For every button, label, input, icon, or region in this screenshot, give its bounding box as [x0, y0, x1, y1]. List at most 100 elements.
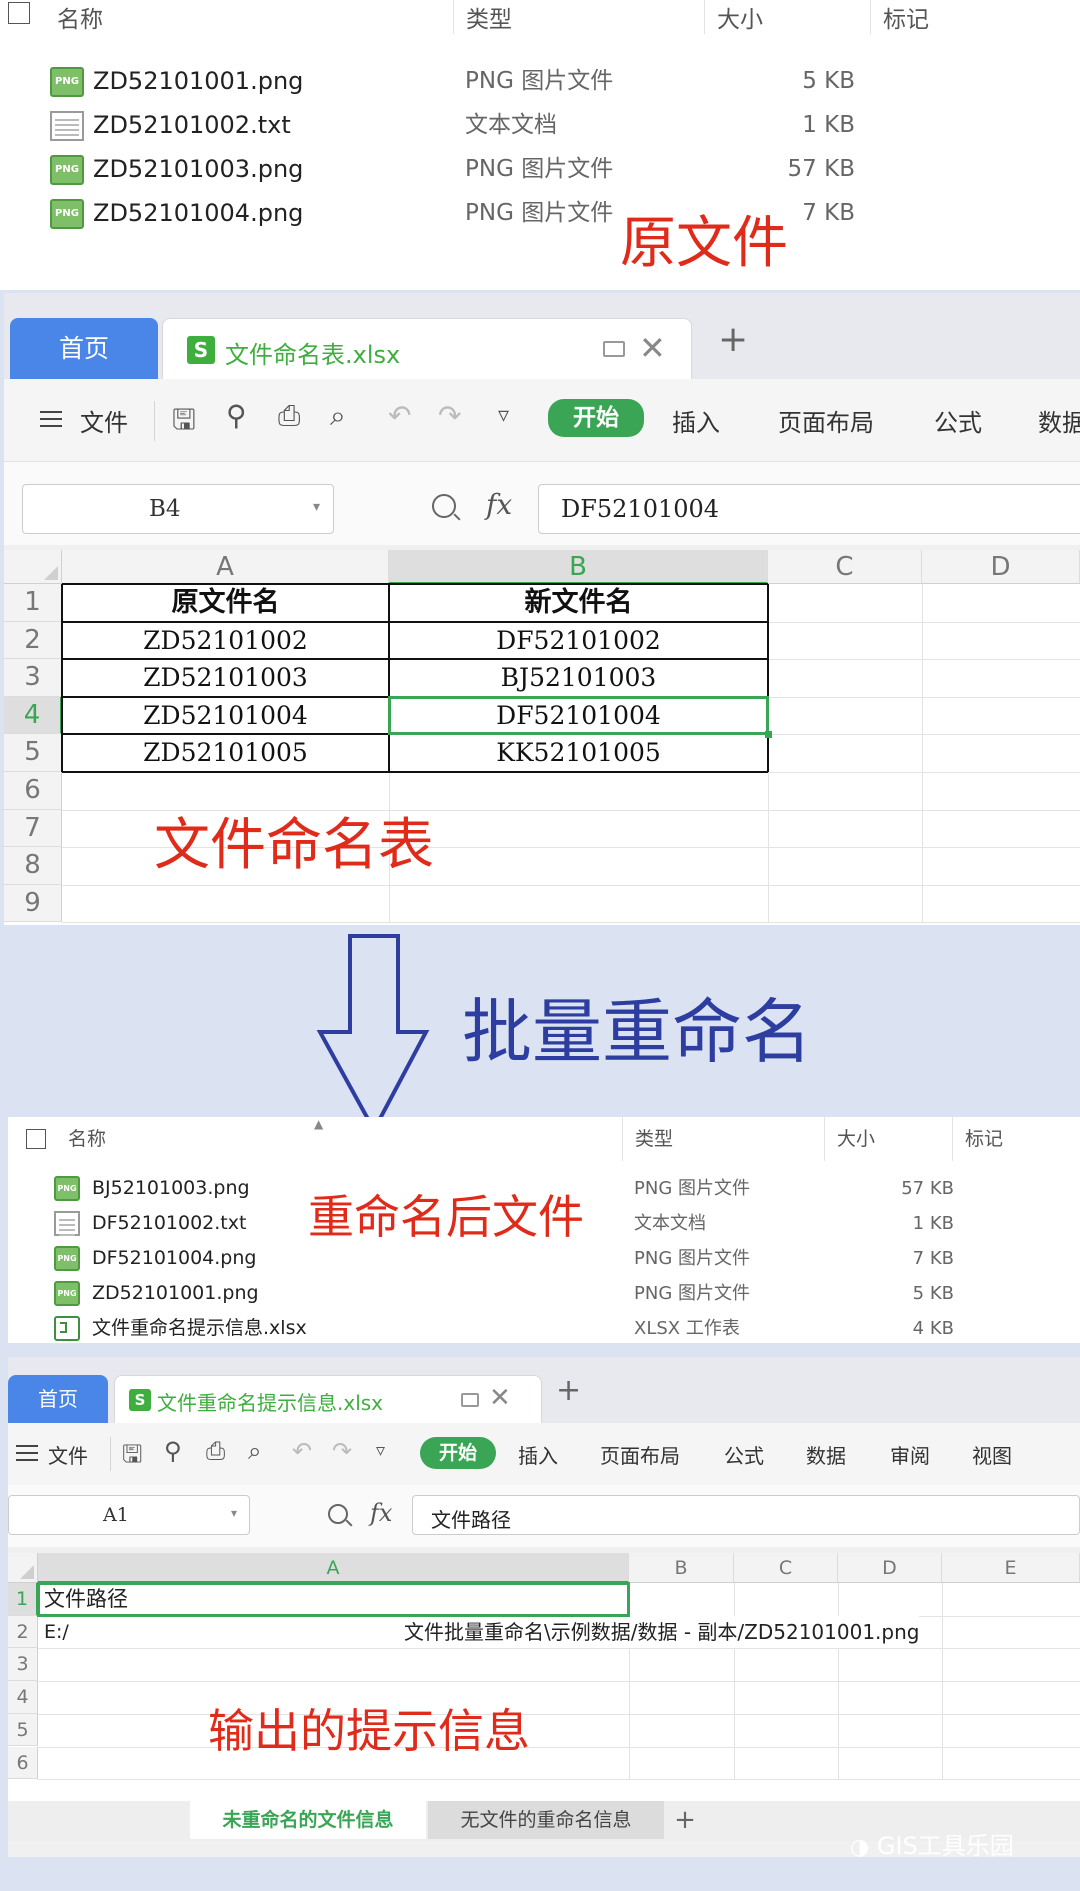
select-all-corner[interactable]: [4, 550, 62, 584]
ribbon-tab-start[interactable]: 开始: [420, 1437, 496, 1469]
sheet-tab-unrenamed[interactable]: 未重命名的文件信息: [190, 1801, 426, 1839]
fx-icon[interactable]: fx: [486, 488, 512, 521]
column-type-header[interactable]: 类型: [453, 0, 706, 34]
ribbon-tab-insert[interactable]: 插入: [672, 403, 720, 438]
tab-document[interactable]: S 文件命名表.xlsx ✕: [162, 318, 692, 379]
ribbon-tab-formula[interactable]: 公式: [934, 403, 982, 438]
table-header-cell[interactable]: 原文件名: [62, 584, 389, 622]
row-header-2[interactable]: 2: [4, 621, 62, 660]
sheet-tab-no-file[interactable]: 无文件的重命名信息: [428, 1801, 664, 1839]
undo-icon[interactable]: ↶: [388, 399, 411, 432]
row-header-3[interactable]: 3: [4, 659, 62, 697]
file-row[interactable]: PNG ZD52101003.png PNG 图片文件 57 KB: [0, 147, 1080, 191]
ribbon-tab-view[interactable]: 视图: [972, 1440, 1012, 1469]
file-name[interactable]: ZD52101004.png: [93, 191, 303, 235]
undo-icon[interactable]: ↶: [292, 1437, 312, 1465]
row-header-5[interactable]: 5: [8, 1713, 38, 1747]
customize-dropdown-icon[interactable]: ▿: [376, 1440, 385, 1461]
file-name[interactable]: ZD52101003.png: [93, 147, 303, 191]
print-preview-icon[interactable]: ⌕: [248, 1437, 261, 1465]
column-tag-header[interactable]: 标记: [870, 0, 1080, 34]
table-cell[interactable]: KK52101005: [389, 734, 768, 772]
file-row[interactable]: PNG ZD52101001.png PNG 图片文件 5 KB: [8, 1276, 1080, 1311]
name-box[interactable]: A1 ▾: [8, 1495, 250, 1535]
table-cell[interactable]: ZD52101003: [62, 659, 389, 697]
menu-icon[interactable]: [16, 1445, 38, 1447]
table-header-cell[interactable]: 新文件名: [389, 584, 768, 622]
close-icon[interactable]: ✕: [489, 1383, 511, 1413]
file-name[interactable]: 文件重命名提示信息.xlsx: [92, 1311, 307, 1343]
table-cell[interactable]: DF52101002: [389, 622, 768, 660]
close-icon[interactable]: ✕: [639, 329, 666, 367]
column-size-header[interactable]: 大小: [824, 1117, 954, 1161]
ribbon-tab-insert[interactable]: 插入: [518, 1440, 558, 1469]
tab-home[interactable]: 首页: [10, 318, 158, 379]
column-header-E[interactable]: E: [942, 1553, 1080, 1583]
ribbon-tab-data[interactable]: 数据: [1038, 403, 1080, 438]
add-sheet-plus-icon[interactable]: +: [670, 1801, 700, 1839]
ribbon-tab-page-layout[interactable]: 页面布局: [600, 1440, 680, 1469]
file-name[interactable]: DF52101002.txt: [92, 1206, 246, 1241]
column-tag-header[interactable]: 标记: [952, 1117, 1080, 1161]
formula-input[interactable]: DF52101004: [538, 484, 1080, 534]
print-preview-icon[interactable]: ⌕: [330, 399, 346, 433]
format-painter-icon[interactable]: ⚲: [164, 1437, 182, 1465]
ribbon-tab-formula[interactable]: 公式: [724, 1440, 764, 1469]
column-header-B[interactable]: B: [629, 1553, 734, 1583]
file-name[interactable]: BJ52101003.png: [92, 1171, 250, 1206]
column-header-C[interactable]: C: [734, 1553, 838, 1583]
fx-icon[interactable]: fx: [370, 1499, 392, 1527]
format-painter-icon[interactable]: ⚲: [226, 399, 247, 432]
column-header-D[interactable]: D: [838, 1553, 942, 1583]
tab-document[interactable]: S 文件重命名提示信息.xlsx ✕: [114, 1375, 542, 1423]
file-row[interactable]: 文件重命名提示信息.xlsx XLSX 工作表 4 KB: [8, 1311, 1080, 1343]
column-name-header[interactable]: 名称: [45, 0, 455, 34]
row-header-7[interactable]: 7: [4, 809, 62, 848]
customize-dropdown-icon[interactable]: ▿: [498, 403, 509, 428]
print-icon[interactable]: ⎙: [206, 1437, 225, 1465]
fill-handle[interactable]: [765, 731, 772, 739]
column-header-A[interactable]: A: [62, 550, 389, 584]
column-size-header[interactable]: 大小: [704, 0, 872, 34]
new-tab-plus-icon[interactable]: +: [556, 1373, 581, 1408]
chevron-down-icon[interactable]: ▾: [231, 1506, 237, 1520]
redo-icon[interactable]: ↷: [332, 1437, 352, 1465]
redo-icon[interactable]: ↷: [438, 399, 461, 432]
row-header-5[interactable]: 5: [4, 734, 62, 772]
file-menu[interactable]: 文件: [48, 1440, 88, 1469]
file-name[interactable]: ZD52101001.png: [93, 59, 303, 103]
cell-a2-prefix[interactable]: E:/: [44, 1616, 69, 1649]
select-all-checkbox[interactable]: [8, 2, 30, 24]
print-icon[interactable]: ⎙: [278, 399, 300, 433]
row-header-1[interactable]: 1: [8, 1583, 38, 1616]
column-name-header[interactable]: 名称: [56, 1117, 626, 1161]
new-tab-plus-icon[interactable]: +: [718, 319, 748, 360]
column-header-B[interactable]: B: [389, 550, 768, 584]
monitor-icon[interactable]: [461, 1393, 479, 1407]
file-name[interactable]: DF52101004.png: [92, 1241, 256, 1276]
column-type-header[interactable]: 类型: [622, 1117, 834, 1161]
ribbon-tab-data[interactable]: 数据: [806, 1440, 846, 1469]
table-cell[interactable]: ZD52101005: [62, 734, 389, 772]
monitor-icon[interactable]: [603, 341, 625, 357]
select-all-checkbox[interactable]: [26, 1129, 46, 1149]
table-cell[interactable]: ZD52101002: [62, 622, 389, 660]
cell-a2-path[interactable]: 文件批量重命名\示例数据/数据 - 副本/ZD52101001.png: [404, 1615, 920, 1649]
row-header-4[interactable]: 4: [8, 1681, 38, 1714]
table-cell[interactable]: BJ52101003: [389, 659, 768, 697]
select-all-corner[interactable]: [8, 1553, 38, 1583]
file-name[interactable]: ZD52101002.txt: [93, 103, 291, 147]
row-header-1[interactable]: 1: [4, 584, 62, 622]
file-row[interactable]: PNG ZD52101004.png PNG 图片文件 7 KB: [0, 191, 1080, 235]
ribbon-tab-start[interactable]: 开始: [548, 399, 644, 437]
column-header-C[interactable]: C: [768, 550, 922, 584]
file-row[interactable]: PNG ZD52101001.png PNG 图片文件 5 KB: [0, 59, 1080, 103]
row-header-4[interactable]: 4: [4, 696, 62, 735]
row-header-2[interactable]: 2: [8, 1615, 38, 1649]
file-name[interactable]: ZD52101001.png: [92, 1276, 259, 1311]
file-row[interactable]: ZD52101002.txt 文本文档 1 KB: [0, 103, 1080, 147]
selected-cell-b4[interactable]: [388, 695, 769, 736]
save-icon[interactable]: 🖫: [172, 399, 196, 447]
row-header-8[interactable]: 8: [4, 847, 62, 885]
column-header-A[interactable]: A: [38, 1553, 629, 1583]
